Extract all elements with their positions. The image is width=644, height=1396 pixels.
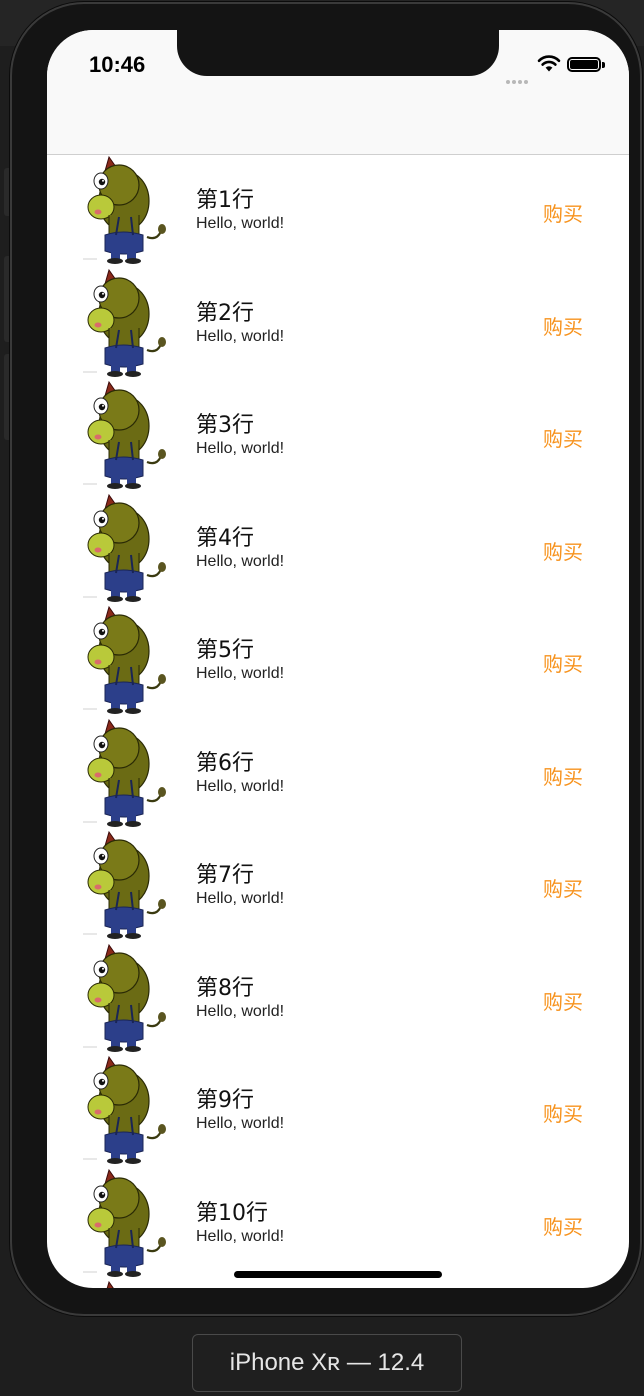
table-row[interactable]: 第10行 Hello, world! 购买	[47, 1168, 629, 1281]
device-label: iPhone Xʀ — 12.4	[192, 1334, 462, 1392]
table-row[interactable]: 第7行 Hello, world! 购买	[47, 830, 629, 943]
wifi-icon	[537, 54, 561, 76]
table-view[interactable]: 第1行 Hello, world! 购买 第2行 Hello, world! 购买	[47, 155, 629, 1288]
buy-button[interactable]: 购买	[543, 536, 583, 565]
table-row[interactable]: 第2行 Hello, world! 购买	[47, 268, 629, 381]
row-thumbnail-image	[81, 718, 171, 828]
table-row[interactable]: 第4行 Hello, world! 购买	[47, 493, 629, 606]
row-subtitle: Hello, world!	[196, 890, 285, 907]
table-row[interactable]: 第8行 Hello, world! 购买	[47, 943, 629, 1056]
phone-frame: 10:46 第1行 Hello, world! 购买 第2行 Hello, wo…	[10, 2, 642, 1316]
row-thumbnail-image	[81, 268, 171, 378]
row-thumbnail-image	[81, 1055, 171, 1165]
row-thumbnail-image	[81, 380, 171, 490]
row-thumbnail-image	[81, 943, 171, 1053]
row-title: 第7行	[196, 863, 254, 888]
buy-button[interactable]: 购买	[543, 423, 583, 452]
row-title: 第2行	[196, 300, 254, 326]
notch	[177, 30, 499, 76]
row-subtitle: Hello, world!	[196, 215, 285, 232]
table-row[interactable]: 第6行 Hello, world! 购买	[47, 718, 629, 831]
table-row[interactable]: 第3行 Hello, world! 购买	[47, 380, 629, 493]
row-title: 第9行	[196, 1088, 254, 1113]
buy-button[interactable]: 购买	[543, 648, 583, 677]
status-time: 10:46	[89, 52, 146, 77]
row-thumbnail-image	[81, 1280, 171, 1288]
buy-button[interactable]: 购买	[543, 1098, 583, 1127]
buy-button[interactable]: 购买	[543, 198, 583, 227]
row-subtitle: Hello, world!	[196, 1115, 285, 1132]
row-thumbnail-image	[81, 830, 171, 940]
table-row[interactable]: 第1行 Hello, world! 购买	[47, 155, 629, 268]
row-subtitle: Hello, world!	[196, 665, 285, 682]
row-subtitle: Hello, world!	[196, 777, 285, 795]
phone-screen: 10:46 第1行 Hello, world! 购买 第2行 Hello, wo…	[47, 30, 629, 1288]
table-row[interactable]: 第9行 Hello, world! 购买	[47, 1055, 629, 1168]
row-subtitle: Hello, world!	[196, 440, 285, 457]
row-subtitle: Hello, world!	[196, 327, 285, 345]
buy-button[interactable]: 购买	[543, 1211, 583, 1240]
buy-button[interactable]: 购买	[543, 986, 583, 1015]
row-thumbnail-image	[81, 605, 171, 715]
row-title: 第5行	[196, 638, 254, 663]
row-title: 第1行	[196, 188, 254, 213]
row-thumbnail-image	[81, 1168, 171, 1278]
buy-button[interactable]: 购买	[543, 761, 583, 790]
battery-cap	[602, 62, 605, 68]
row-title: 第8行	[196, 975, 254, 1001]
table-row[interactable]	[47, 1280, 629, 1288]
cellular-signal-icon	[506, 69, 530, 88]
row-subtitle: Hello, world!	[196, 1002, 285, 1020]
row-subtitle: Hello, world!	[196, 552, 285, 570]
battery-icon	[567, 57, 601, 72]
row-title: 第4行	[196, 525, 254, 551]
row-title: 第10行	[196, 1200, 268, 1226]
navigation-bar	[47, 94, 629, 155]
row-title: 第6行	[196, 750, 254, 776]
buy-button[interactable]: 购买	[543, 311, 583, 340]
row-thumbnail-image	[81, 155, 171, 265]
buy-button[interactable]: 购买	[543, 873, 583, 902]
home-indicator[interactable]	[234, 1271, 442, 1278]
row-title: 第3行	[196, 413, 254, 438]
row-thumbnail-image	[81, 493, 171, 603]
table-row[interactable]: 第5行 Hello, world! 购买	[47, 605, 629, 718]
row-subtitle: Hello, world!	[196, 1227, 285, 1245]
